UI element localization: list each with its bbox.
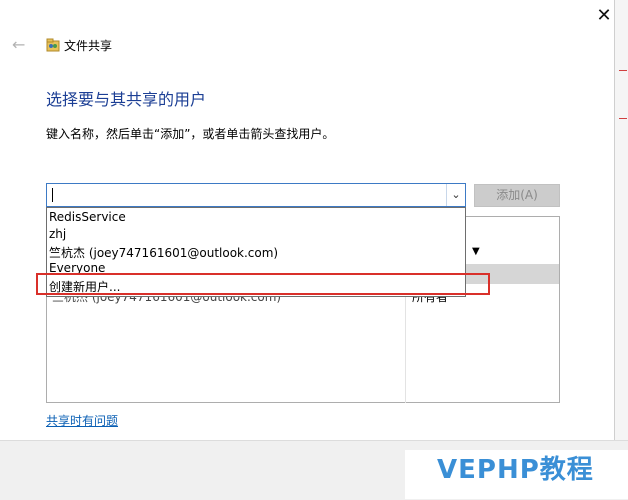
share-dialog: ✕ ← 文件共享 选择要与其共享的用户 键入名称，然后单击“添加”，或者单击箭头… — [0, 0, 628, 500]
chevron-down-icon[interactable]: ⌄ — [446, 184, 465, 206]
site-watermark: VEPHP教程 — [405, 450, 628, 499]
list-item[interactable]: zhj — [49, 227, 66, 241]
background-window-strip — [614, 0, 628, 440]
file-sharing-icon — [46, 38, 60, 52]
highlight-annotation-box — [36, 273, 490, 295]
add-button[interactable]: 添加(A) — [474, 184, 560, 207]
user-name-combobox[interactable]: ⌄ — [46, 183, 466, 207]
list-item[interactable]: RedisService — [49, 210, 126, 224]
list-item[interactable]: 竺杭杰 (joey747161601@outlook.com) — [49, 244, 278, 261]
page-heading: 选择要与其共享的用户 — [46, 90, 207, 109]
sharing-help-link[interactable]: 共享时有问题 — [46, 412, 118, 429]
text-caret — [52, 188, 53, 202]
permission-dropdown-arrow-icon[interactable]: ▼ — [472, 246, 480, 257]
back-arrow-icon[interactable]: ← — [12, 36, 30, 54]
background-mark — [619, 70, 627, 71]
instruction-text: 键入名称，然后单击“添加”，或者单击箭头查找用户。 — [46, 127, 335, 141]
background-mark — [619, 118, 627, 119]
window-title: 文件共享 — [64, 39, 113, 53]
close-button[interactable]: ✕ — [590, 4, 618, 28]
